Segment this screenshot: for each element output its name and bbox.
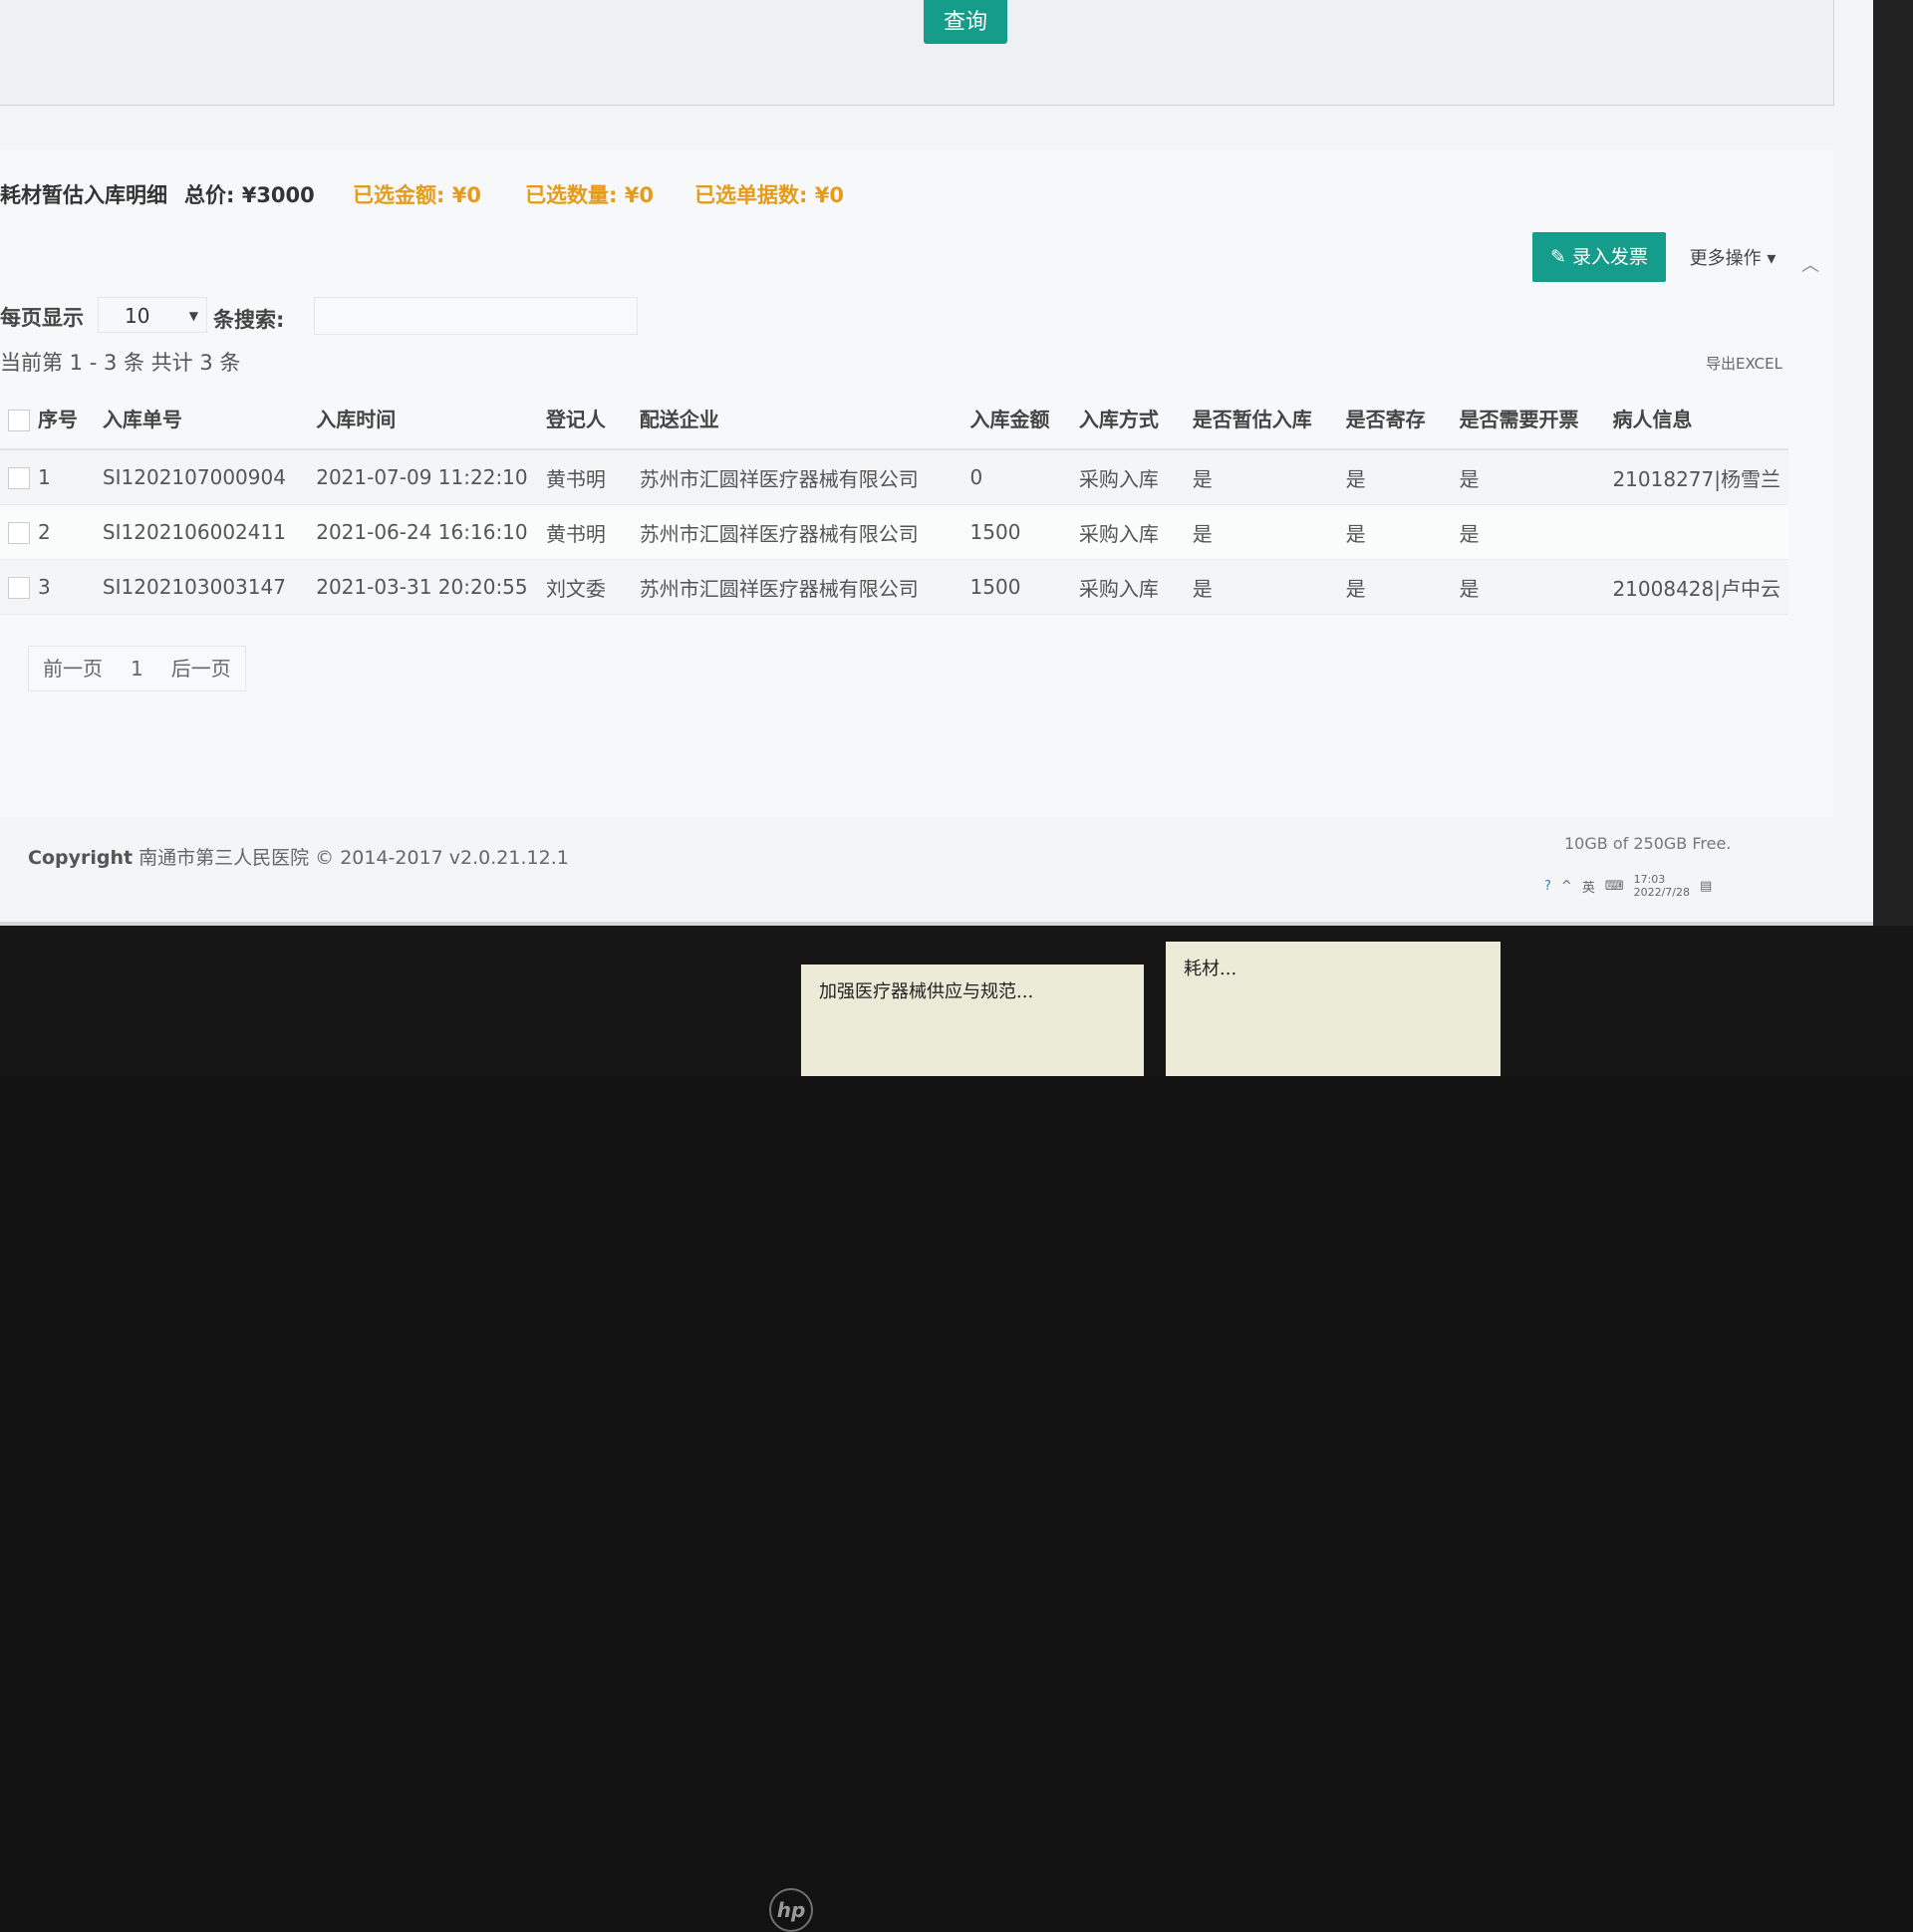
background-wall (1873, 0, 1913, 1076)
sticky-note: 加强医疗器械供应与规范... (801, 965, 1144, 1076)
header-company[interactable]: 配送企业 (631, 387, 962, 450)
edit-icon: ✎ (1550, 246, 1572, 268)
table-row[interactable]: 2 SI1202106002411 2021-06-24 16:16:10 黄书… (0, 504, 1788, 560)
page-size-select[interactable]: 10 ▼ (98, 297, 207, 333)
range-info: 当前第 1 - 3 条 共计 3 条 (0, 351, 241, 375)
clock[interactable]: 17:03 2022/7/28 (1634, 873, 1690, 899)
header-doc[interactable]: 入库单号 (94, 387, 309, 450)
pagination: 前一页 1 后一页 (28, 646, 246, 691)
cell-estimated: 是 (1184, 504, 1338, 560)
caret-down-icon: ▼ (188, 309, 198, 323)
cell-patient (1604, 504, 1788, 560)
cell-registrar: 黄书明 (537, 504, 632, 560)
notification-icon[interactable]: ▤ (1700, 879, 1712, 894)
app-screen: 查询 耗材暂估入库明细 总价: ¥3000 已选金额: ¥0 已选数量: ¥0 … (0, 0, 1873, 926)
cell-time: 2021-07-09 11:22:10 (308, 449, 538, 505)
table-row[interactable]: 1 SI1202107000904 2021-07-09 11:22:10 黄书… (0, 449, 1788, 505)
cell-time: 2021-03-31 20:20:55 (308, 559, 538, 615)
cell-company: 苏州市汇圆祥医疗器械有限公司 (631, 504, 962, 560)
search-panel: 查询 (0, 0, 1834, 106)
disk-free-info: 10GB of 250GB Free. (1564, 834, 1732, 853)
select-all-checkbox[interactable] (8, 410, 30, 431)
input-language[interactable]: 英 (1582, 877, 1595, 896)
selected-count: 已选数量: ¥0 (525, 183, 654, 207)
cell-invoice: 是 (1451, 504, 1605, 560)
header-amount[interactable]: 入库金额 (961, 387, 1071, 450)
chevron-up-icon[interactable]: ︿ (1801, 251, 1819, 277)
keyboard-icon[interactable]: ⌨ (1605, 879, 1624, 894)
clock-date: 2022/7/28 (1633, 886, 1690, 899)
header-invoice[interactable]: 是否需要开票 (1451, 387, 1605, 450)
next-page-button[interactable]: 后一页 (157, 647, 245, 690)
more-actions-button[interactable]: 更多操作 ▾ (1678, 237, 1787, 281)
header-deposit[interactable]: 是否寄存 (1337, 387, 1452, 450)
row-checkbox[interactable] (8, 577, 30, 600)
cell-doc[interactable]: SI1202103003147 (94, 559, 309, 615)
copyright-label: Copyright (28, 847, 134, 869)
cell-no: 2 (0, 504, 95, 560)
clock-time: 17:03 (1633, 873, 1666, 886)
cell-estimated: 是 (1184, 559, 1338, 615)
stock-table: 序号 入库单号 入库时间 登记人 配送企业 入库金额 入库方式 是否暂估入库 是… (0, 387, 1788, 615)
cell-patient: 21008428|卢中云 (1604, 559, 1788, 615)
cell-amount: 1500 (961, 559, 1071, 615)
cell-amount: 0 (961, 449, 1071, 505)
enter-invoice-button[interactable]: ✎ 录入发票 (1532, 232, 1666, 282)
caret-down-icon: ▾ (1761, 248, 1776, 269)
cell-amount: 1500 (961, 504, 1071, 560)
sticky-note: 耗材... (1166, 942, 1501, 1076)
cell-deposit: 是 (1337, 504, 1452, 560)
chevron-up-icon[interactable]: ^ (1561, 879, 1572, 894)
total-price: 总价: ¥3000 (184, 183, 315, 207)
hp-logo-icon: hp (769, 1888, 813, 1932)
search-input[interactable] (314, 297, 638, 335)
cell-deposit: 是 (1337, 559, 1452, 615)
table-row[interactable]: 3 SI1202103003147 2021-03-31 20:20:55 刘文… (0, 559, 1788, 615)
cell-invoice: 是 (1451, 449, 1605, 505)
page-size-label: 每页显示 (0, 306, 84, 330)
page-number-button[interactable]: 1 (117, 647, 157, 690)
selected-docs: 已选单据数: ¥0 (694, 183, 844, 207)
cell-doc[interactable]: SI1202107000904 (94, 449, 309, 505)
cell-doc[interactable]: SI1202106002411 (94, 504, 309, 560)
cell-time: 2021-06-24 16:16:10 (308, 504, 538, 560)
header-estimated[interactable]: 是否暂估入库 (1184, 387, 1338, 450)
sticky-note-text: 加强医疗器械供应与规范... (819, 981, 1034, 1002)
page-size-value: 10 (125, 304, 150, 328)
cell-company: 苏州市汇圆祥医疗器械有限公司 (631, 559, 962, 615)
copyright-footer: Copyright 南通市第三人民医院 © 2014-2017 v2.0.21.… (28, 843, 569, 870)
cell-patient: 21018277|杨雪兰 (1604, 449, 1788, 505)
header-no[interactable]: 序号 (0, 387, 95, 450)
selected-amount: 已选金额: ¥0 (353, 183, 481, 207)
query-button[interactable]: 查询 (924, 0, 1007, 44)
sticky-note-text: 耗材... (1184, 959, 1237, 979)
cell-method: 采购入库 (1070, 559, 1185, 615)
section-title: 耗材暂估入库明细 (0, 183, 167, 207)
table-header-row: 序号 入库单号 入库时间 登记人 配送企业 入库金额 入库方式 是否暂估入库 是… (0, 387, 1788, 450)
cell-registrar: 刘文委 (537, 559, 632, 615)
header-method[interactable]: 入库方式 (1070, 387, 1185, 450)
cell-registrar: 黄书明 (537, 449, 632, 505)
search-label: 条搜索: (213, 308, 285, 332)
cell-method: 采购入库 (1070, 449, 1185, 505)
cell-deposit: 是 (1337, 449, 1452, 505)
enter-invoice-label: 录入发票 (1571, 246, 1648, 268)
export-excel-link[interactable]: 导出EXCEL (1706, 353, 1782, 374)
cell-invoice: 是 (1451, 559, 1605, 615)
prev-page-button[interactable]: 前一页 (29, 647, 117, 690)
header-patient[interactable]: 病人信息 (1604, 387, 1788, 450)
row-checkbox[interactable] (8, 522, 30, 545)
row-checkbox[interactable] (8, 467, 30, 490)
header-registrar[interactable]: 登记人 (537, 387, 632, 450)
help-icon[interactable]: ? (1544, 879, 1551, 894)
cell-company: 苏州市汇圆祥医疗器械有限公司 (631, 449, 962, 505)
more-actions-label: 更多操作 (1689, 248, 1762, 269)
cell-no: 3 (0, 559, 95, 615)
header-time[interactable]: 入库时间 (308, 387, 538, 450)
copyright-text: 南通市第三人民医院 © 2014-2017 v2.0.21.12.1 (138, 847, 569, 869)
cell-estimated: 是 (1184, 449, 1338, 505)
cell-method: 采购入库 (1070, 504, 1185, 560)
cell-no: 1 (0, 449, 95, 505)
system-tray: ? ^ 英 ⌨ 17:03 2022/7/28 ▤ (1544, 873, 1712, 899)
